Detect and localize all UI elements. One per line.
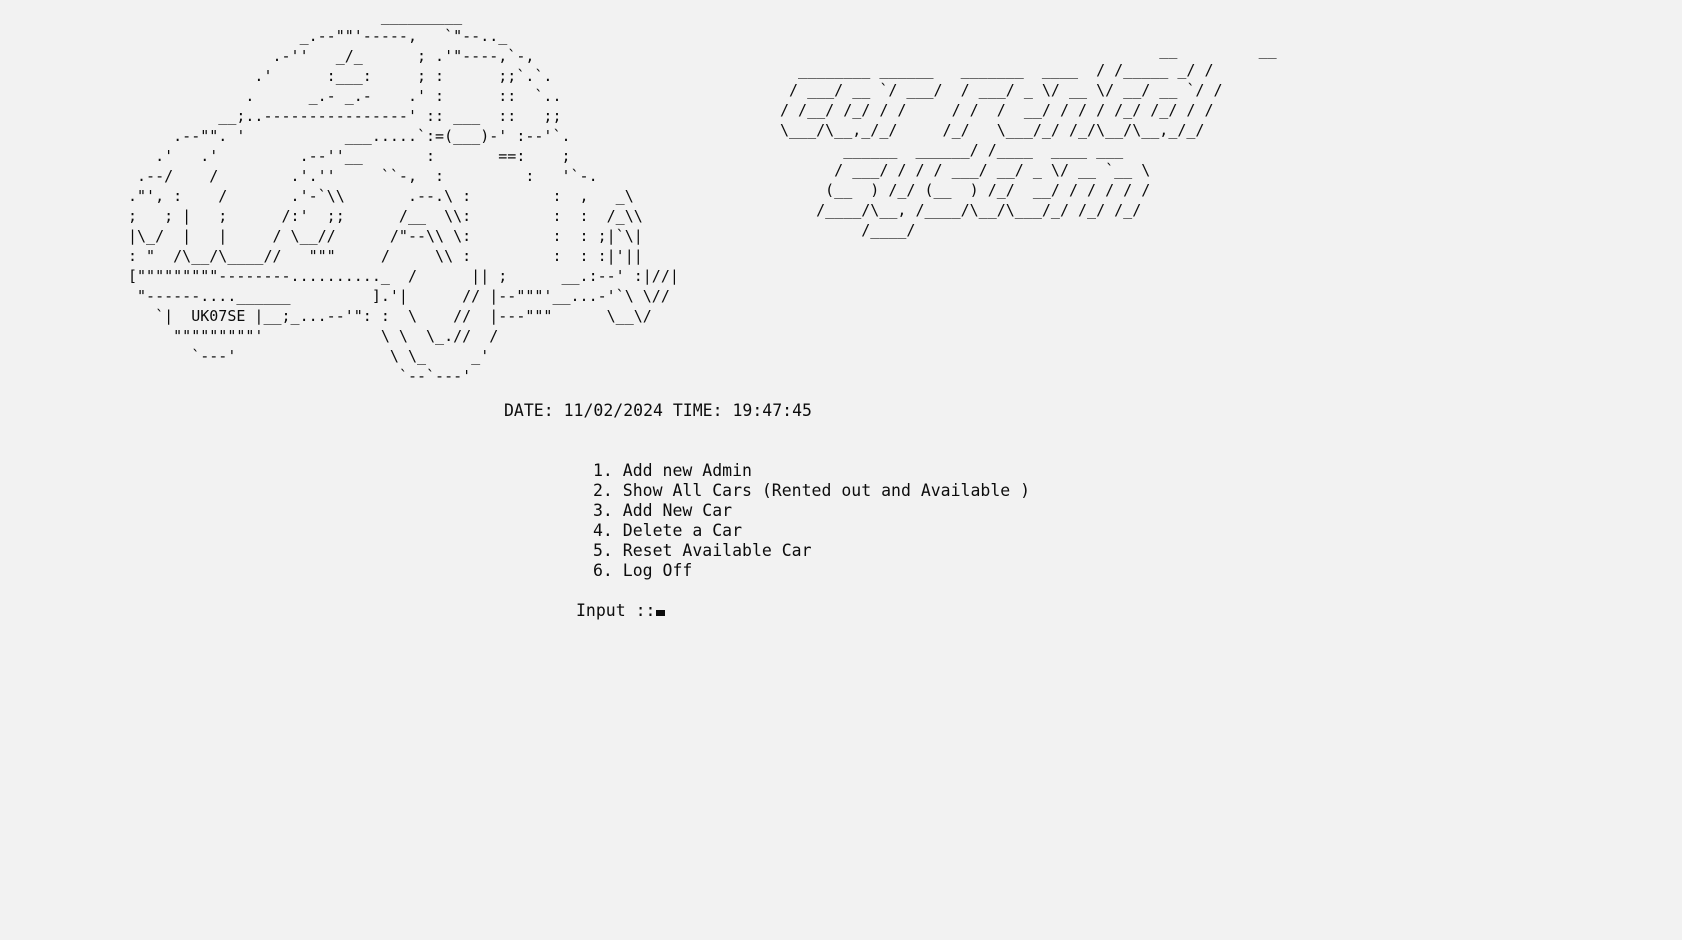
menu-item-show-all-cars[interactable]: 2. Show All Cars (Rented out and Availab…: [593, 481, 1030, 501]
menu-item-delete-car[interactable]: 4. Delete a Car: [593, 521, 1030, 541]
input-prompt-label: Input ::: [576, 601, 656, 620]
menu-item-add-admin[interactable]: 1. Add new Admin: [593, 461, 1030, 481]
input-prompt[interactable]: Input ::: [576, 601, 666, 621]
title-ascii-art: __ __ ________ ______ _______ ____ / /__…: [780, 41, 1277, 239]
menu-item-add-new-car[interactable]: 3. Add New Car: [593, 501, 1030, 521]
main-menu: 1. Add new Admin 2. Show All Cars (Rente…: [593, 461, 1030, 581]
date-time-readout: DATE: 11/02/2024 TIME: 19:47:45: [504, 401, 812, 420]
text-cursor: [656, 610, 666, 616]
menu-item-log-off[interactable]: 6. Log Off: [593, 561, 1030, 581]
menu-item-reset-available-car[interactable]: 5. Reset Available Car: [593, 541, 1030, 561]
car-ascii-art: _________ _.--""'-----, `"--.._ .-'' _/_…: [128, 7, 679, 385]
